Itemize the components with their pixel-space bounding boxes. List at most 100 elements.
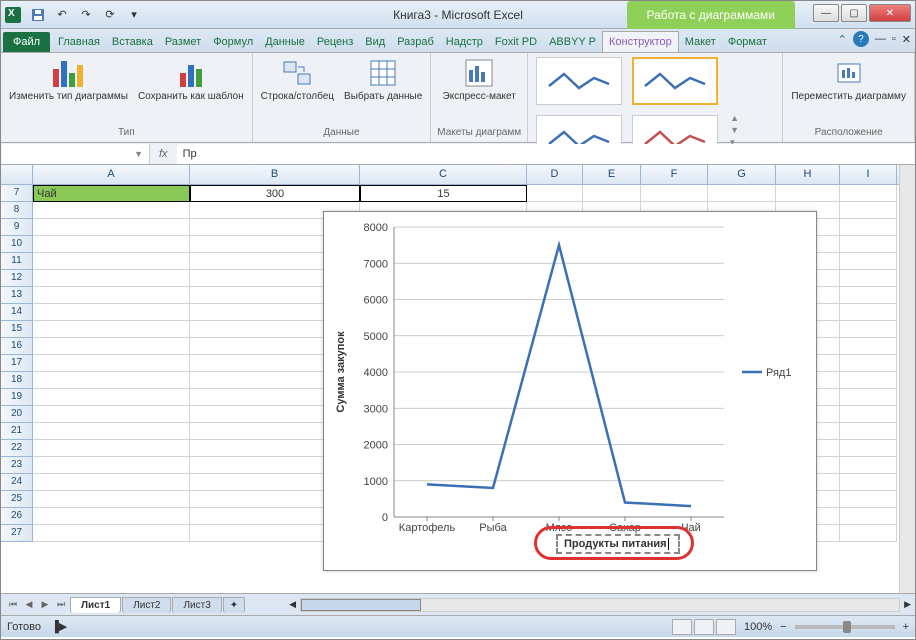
chart-style-1[interactable] <box>536 57 622 105</box>
cell-A16[interactable] <box>33 338 190 355</box>
cell-I11[interactable] <box>840 253 897 270</box>
embedded-chart[interactable]: 010002000300040005000600070008000Картофе… <box>323 211 817 571</box>
col-header-I[interactable]: I <box>840 165 897 184</box>
tab-chart-format[interactable]: Формат <box>722 32 773 52</box>
styles-scroll-up-icon[interactable]: ▲ <box>730 113 739 123</box>
help-icon[interactable]: ? <box>853 31 869 47</box>
cell-A12[interactable] <box>33 270 190 287</box>
cell-I19[interactable] <box>840 389 897 406</box>
cell-A13[interactable] <box>33 287 190 304</box>
cell-I27[interactable] <box>840 525 897 542</box>
row-header-10[interactable]: 10 <box>1 236 33 253</box>
col-header-A[interactable]: A <box>33 165 190 184</box>
select-data-button[interactable]: Выбрать данные <box>342 55 424 104</box>
cell-A7[interactable]: Чай <box>33 185 190 202</box>
mdi-close-icon[interactable]: ✕ <box>902 33 911 46</box>
row-header-8[interactable]: 8 <box>1 202 33 219</box>
cell-I14[interactable] <box>840 304 897 321</box>
maximize-button[interactable]: ▢ <box>841 4 867 22</box>
save-icon[interactable] <box>27 4 49 26</box>
cell-A20[interactable] <box>33 406 190 423</box>
chart-plot-area[interactable]: 010002000300040005000600070008000Картофе… <box>324 212 818 572</box>
row-header-21[interactable]: 21 <box>1 423 33 440</box>
cell-C7[interactable]: 15 <box>360 185 527 202</box>
minimize-button[interactable]: — <box>813 4 839 22</box>
view-normal-button[interactable] <box>672 619 692 635</box>
sheet-nav-prev-icon[interactable]: ◀ <box>21 597 37 613</box>
cell-A26[interactable] <box>33 508 190 525</box>
cell-I25[interactable] <box>840 491 897 508</box>
cell-A17[interactable] <box>33 355 190 372</box>
cell-I22[interactable] <box>840 440 897 457</box>
col-header-D[interactable]: D <box>527 165 583 184</box>
minimize-ribbon-icon[interactable]: ⌃ <box>838 33 847 46</box>
col-header-F[interactable]: F <box>641 165 708 184</box>
tab-formulas[interactable]: Формул <box>207 32 259 52</box>
cell-I23[interactable] <box>840 457 897 474</box>
row-header-7[interactable]: 7 <box>1 185 33 202</box>
tab-home[interactable]: Главная <box>52 32 106 52</box>
cell-A23[interactable] <box>33 457 190 474</box>
move-chart-button[interactable]: Переместить диаграмму <box>789 55 908 104</box>
cell-A25[interactable] <box>33 491 190 508</box>
select-all-corner[interactable] <box>1 165 33 184</box>
col-header-H[interactable]: H <box>776 165 840 184</box>
row-header-11[interactable]: 11 <box>1 253 33 270</box>
cell-I12[interactable] <box>840 270 897 287</box>
macro-record-icon[interactable]: ▐▶ <box>51 620 67 633</box>
cell-H7[interactable] <box>776 185 840 202</box>
chart-style-2[interactable] <box>632 57 718 105</box>
tab-insert[interactable]: Вставка <box>106 32 159 52</box>
cell-A18[interactable] <box>33 372 190 389</box>
cell-A19[interactable] <box>33 389 190 406</box>
row-header-27[interactable]: 27 <box>1 525 33 542</box>
cell-I13[interactable] <box>840 287 897 304</box>
cell-A15[interactable] <box>33 321 190 338</box>
row-header-15[interactable]: 15 <box>1 321 33 338</box>
tab-developer[interactable]: Разраб <box>391 32 440 52</box>
cell-I7[interactable] <box>840 185 897 202</box>
cell-I17[interactable] <box>840 355 897 372</box>
row-header-17[interactable]: 17 <box>1 355 33 372</box>
cell-I18[interactable] <box>840 372 897 389</box>
hscroll-right-icon[interactable]: ▶ <box>900 599 915 610</box>
row-header-19[interactable]: 19 <box>1 389 33 406</box>
col-header-E[interactable]: E <box>583 165 641 184</box>
row-header-14[interactable]: 14 <box>1 304 33 321</box>
tab-review[interactable]: Реценз <box>311 32 359 52</box>
name-box-dropdown-icon[interactable]: ▼ <box>134 149 143 159</box>
change-chart-type-button[interactable]: Изменить тип диаграммы <box>7 55 130 104</box>
col-header-G[interactable]: G <box>708 165 776 184</box>
cell-E7[interactable] <box>583 185 641 202</box>
mdi-minimize-icon[interactable]: — <box>875 33 886 45</box>
close-button[interactable]: ✕ <box>869 4 911 22</box>
cell-I10[interactable] <box>840 236 897 253</box>
row-header-12[interactable]: 12 <box>1 270 33 287</box>
sheet-tab-1[interactable]: Лист1 <box>70 597 121 613</box>
sheet-tab-3[interactable]: Лист3 <box>172 597 221 613</box>
zoom-slider[interactable] <box>795 625 895 629</box>
cell-G7[interactable] <box>708 185 776 202</box>
hscroll-left-icon[interactable]: ◀ <box>285 599 300 610</box>
view-pagelayout-button[interactable] <box>694 619 714 635</box>
cell-I9[interactable] <box>840 219 897 236</box>
cell-A11[interactable] <box>33 253 190 270</box>
col-header-B[interactable]: B <box>190 165 360 184</box>
cell-A22[interactable] <box>33 440 190 457</box>
new-sheet-button[interactable]: ✦ <box>223 597 245 613</box>
switch-row-col-button[interactable]: Строка/столбец <box>259 55 336 104</box>
fx-icon[interactable]: fx <box>151 148 176 160</box>
zoom-level[interactable]: 100% <box>744 621 772 633</box>
tab-data[interactable]: Данные <box>259 32 311 52</box>
cell-A24[interactable] <box>33 474 190 491</box>
cell-I15[interactable] <box>840 321 897 338</box>
zoom-in-button[interactable]: + <box>903 621 909 633</box>
row-header-20[interactable]: 20 <box>1 406 33 423</box>
cell-F7[interactable] <box>641 185 708 202</box>
quick-layout-button[interactable]: Экспресс-макет <box>441 55 518 104</box>
sheet-nav-next-icon[interactable]: ▶ <box>37 597 53 613</box>
tab-abbyy[interactable]: ABBYY P <box>543 32 602 52</box>
tab-design[interactable]: Конструктор <box>602 31 679 52</box>
qat-dropdown-icon[interactable]: ▾ <box>123 4 145 26</box>
cell-A27[interactable] <box>33 525 190 542</box>
